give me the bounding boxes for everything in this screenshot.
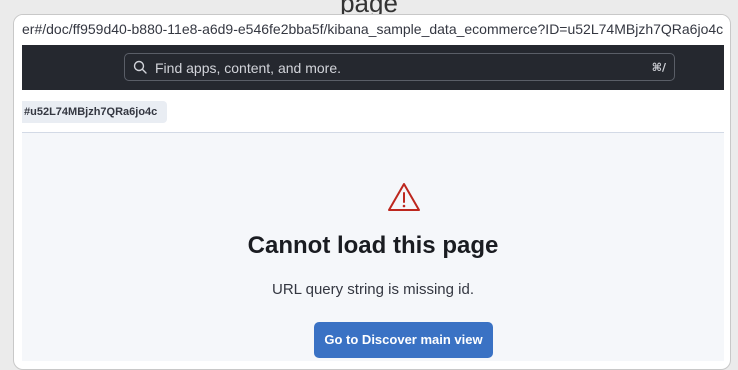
global-search-input[interactable]: Find apps, content, and more. ⌘/ xyxy=(124,53,675,81)
url-text[interactable]: er#/doc/ff959d40-b880-11e8-a6d9-e546fe2b… xyxy=(22,21,723,37)
browser-window: er#/doc/ff959d40-b880-11e8-a6d9-e546fe2b… xyxy=(13,14,731,370)
go-to-discover-button[interactable]: Go to Discover main view xyxy=(314,322,493,358)
url-bar[interactable]: er#/doc/ff959d40-b880-11e8-a6d9-e546fe2b… xyxy=(14,15,730,45)
breadcrumb-bar: #u52L74MBjzh7QRa6jo4c xyxy=(22,90,724,133)
search-icon xyxy=(133,60,147,74)
app-header: Find apps, content, and more. ⌘/ xyxy=(22,45,724,90)
warning-icon xyxy=(387,181,421,213)
search-placeholder: Find apps, content, and more. xyxy=(155,60,341,76)
error-description: URL query string is missing id. xyxy=(271,281,474,298)
search-shortcut-hint: ⌘/ xyxy=(651,61,666,74)
error-title: Cannot load this page xyxy=(247,232,499,259)
error-panel: Cannot load this page URL query string i… xyxy=(22,133,724,361)
breadcrumb-current[interactable]: #u52L74MBjzh7QRa6jo4c xyxy=(22,101,168,123)
